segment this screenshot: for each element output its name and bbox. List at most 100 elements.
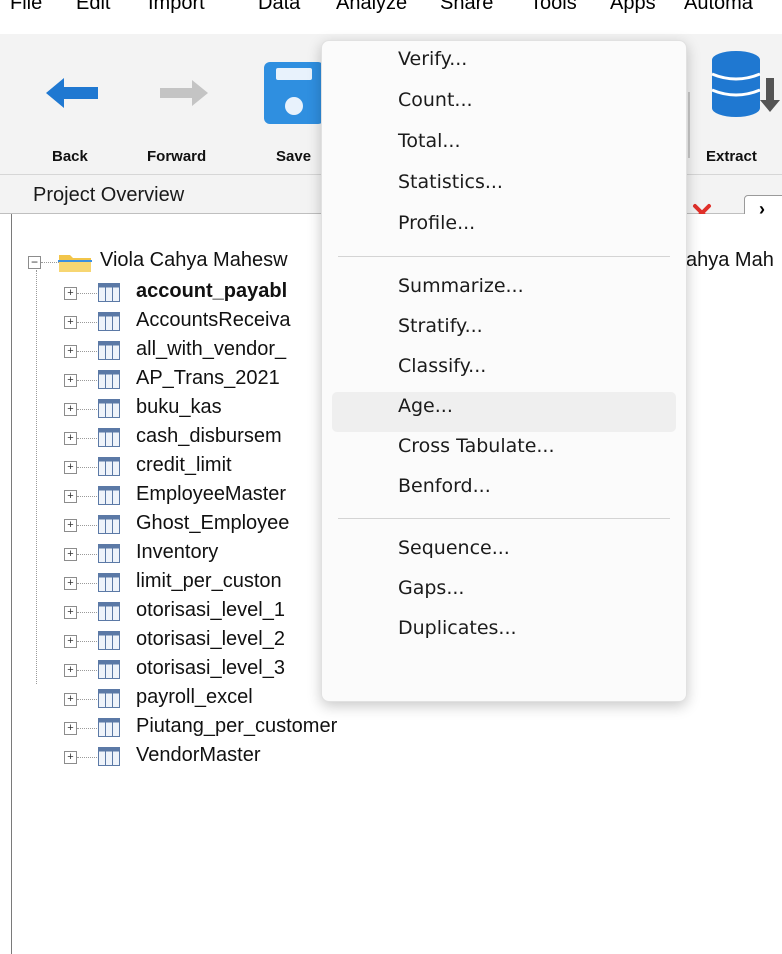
tree-item-label: cash_disbursem: [136, 425, 282, 447]
save-label: Save: [276, 148, 312, 165]
menu-file[interactable]: File: [10, 0, 42, 15]
menu-item-cross-tabulate[interactable]: Cross Tabulate...: [332, 432, 676, 472]
save-button[interactable]: Save: [258, 34, 324, 174]
table-icon: [98, 631, 120, 650]
tree-item[interactable]: + VendorMaster: [64, 744, 782, 772]
menu-item-benford[interactable]: Benford...: [332, 472, 676, 512]
menu-item-count[interactable]: Count...: [332, 86, 676, 126]
expand-icon[interactable]: +: [64, 519, 77, 532]
table-icon: [98, 515, 120, 534]
extract-database-icon: [711, 51, 780, 117]
tree-connector: [77, 351, 97, 352]
menu-item-label: Total...: [398, 130, 461, 152]
expand-icon[interactable]: +: [64, 374, 77, 387]
tree-connector: [77, 670, 97, 671]
menu-item-classify[interactable]: Classify...: [332, 352, 676, 392]
table-icon: [98, 486, 120, 505]
expand-icon[interactable]: +: [64, 316, 77, 329]
forward-button[interactable]: Forward: [140, 34, 230, 174]
menu-analyze[interactable]: Analyze: [336, 0, 407, 15]
tree-left-border: [11, 214, 12, 954]
menu-item-label: Benford...: [398, 475, 491, 497]
expand-icon[interactable]: +: [64, 635, 77, 648]
menu-item-gaps[interactable]: Gaps...: [332, 574, 676, 614]
tree-item-label: account_payabl: [136, 280, 288, 302]
menu-item-stratify[interactable]: Stratify...: [332, 312, 676, 352]
tree-item-label: EmployeeMaster: [136, 483, 287, 505]
menu-item-label: Summarize...: [398, 275, 524, 297]
expand-icon[interactable]: +: [64, 490, 77, 503]
back-arrow-icon: [46, 78, 98, 108]
tree-item-label: otorisasi_level_3: [136, 657, 285, 679]
panel-title: Project Overview: [33, 184, 185, 206]
folder-icon: [58, 255, 92, 272]
table-icon: [98, 370, 120, 389]
menu-automation[interactable]: Automa: [684, 0, 753, 15]
back-label: Back: [52, 148, 88, 165]
table-icon: [98, 573, 120, 592]
menu-item-age[interactable]: Age...: [332, 392, 676, 432]
tree-item-label: buku_kas: [136, 396, 222, 418]
expand-icon[interactable]: +: [64, 606, 77, 619]
table-icon: [98, 457, 120, 476]
table-icon: [98, 399, 120, 418]
tree-connector: [41, 262, 59, 263]
menu-import[interactable]: Import: [148, 0, 205, 15]
menu-apps[interactable]: Apps: [610, 0, 656, 15]
tree-connector: [77, 728, 97, 729]
forward-label: Forward: [147, 148, 207, 165]
tree-item[interactable]: + Piutang_per_customer: [64, 715, 782, 743]
menu-item-summarize[interactable]: Summarize...: [332, 272, 676, 312]
expand-icon[interactable]: +: [64, 345, 77, 358]
tree-connector: [77, 757, 97, 758]
expand-icon[interactable]: +: [64, 432, 77, 445]
tree-connector: [77, 438, 97, 439]
extract-button[interactable]: Extract: [700, 34, 782, 174]
expand-icon[interactable]: +: [64, 722, 77, 735]
tree-connector: [77, 554, 97, 555]
menu-item-label: Count...: [398, 89, 473, 111]
expand-icon[interactable]: +: [64, 548, 77, 561]
expand-icon[interactable]: +: [64, 693, 77, 706]
tree-item-label: payroll_excel: [136, 686, 253, 708]
menu-item-verify[interactable]: Verify...: [332, 45, 676, 85]
menu-item-label: Sequence...: [398, 537, 510, 559]
menu-edit[interactable]: Edit: [76, 0, 110, 15]
expand-icon[interactable]: +: [64, 751, 77, 764]
menu-item-statistics[interactable]: Statistics...: [332, 168, 676, 208]
menu-item-total[interactable]: Total...: [332, 127, 676, 167]
menu-item-label: Duplicates...: [398, 617, 517, 639]
tree-connector: [77, 583, 97, 584]
table-icon: [98, 544, 120, 563]
menu-item-duplicates[interactable]: Duplicates...: [332, 614, 676, 654]
tree-connector: [77, 641, 97, 642]
menu-data[interactable]: Data: [258, 0, 300, 15]
expand-icon[interactable]: +: [64, 403, 77, 416]
table-icon: [98, 660, 120, 679]
table-icon: [98, 312, 120, 331]
tree-connector-line: [36, 270, 37, 684]
tree-connector: [77, 525, 97, 526]
tree-connector: [77, 496, 97, 497]
menu-item-profile[interactable]: Profile...: [332, 209, 676, 249]
back-button[interactable]: Back: [36, 34, 116, 174]
tree-connector: [77, 699, 97, 700]
menu-share[interactable]: Share: [440, 0, 493, 15]
expand-icon[interactable]: +: [64, 664, 77, 677]
tree-connector: [77, 322, 97, 323]
menu-item-label: Cross Tabulate...: [398, 435, 555, 457]
expand-icon[interactable]: +: [64, 461, 77, 474]
menu-item-sequence[interactable]: Sequence...: [332, 534, 676, 574]
table-icon: [98, 718, 120, 737]
table-icon: [98, 283, 120, 302]
menu-tools[interactable]: Tools: [530, 0, 577, 15]
tree-item-label: AP_Trans_2021: [136, 367, 280, 389]
menu-separator: [338, 518, 670, 519]
collapse-icon[interactable]: −: [28, 256, 41, 269]
tree-item-label: limit_per_custon: [136, 570, 282, 592]
table-icon: [98, 689, 120, 708]
menu-item-label: Classify...: [398, 355, 487, 377]
expand-icon[interactable]: +: [64, 577, 77, 590]
tree-item-label: Piutang_per_customer: [136, 715, 338, 737]
expand-icon[interactable]: +: [64, 287, 77, 300]
